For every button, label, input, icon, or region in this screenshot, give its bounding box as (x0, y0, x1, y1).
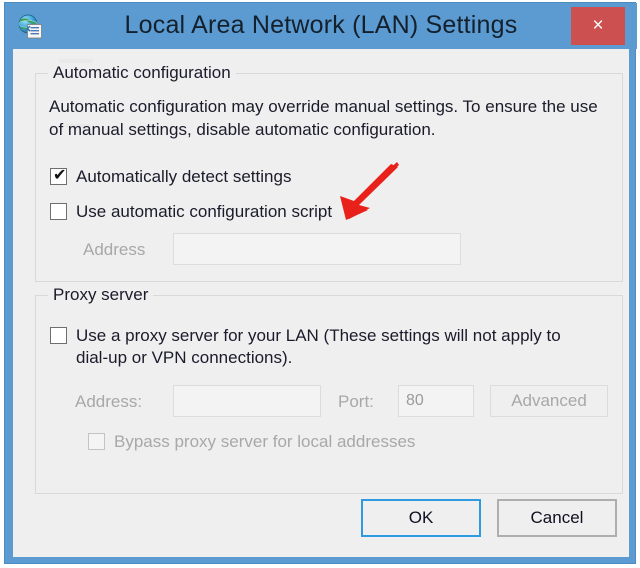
page-title: Local Area Network (LAN) Settings (124, 11, 518, 39)
advanced-button[interactable]: Advanced (490, 385, 608, 417)
title-bar: Local Area Network (LAN) Settings × (5, 3, 637, 49)
proxy-address-input[interactable] (173, 385, 321, 417)
proxy-server-legend: Proxy server (48, 285, 154, 305)
proxy-port-input[interactable] (398, 385, 474, 417)
close-icon: × (592, 15, 604, 36)
checkbox-box (50, 327, 67, 344)
checkbox-box: ✔ (50, 165, 67, 185)
checkmark-icon: ✔ (53, 165, 67, 184)
use-automatic-configuration-script-label: Use automatic configuration script (76, 202, 333, 221)
checkbox-box (88, 433, 105, 450)
automatic-configuration-description: Automatic configuration may override man… (49, 97, 598, 139)
close-button[interactable]: × (571, 7, 625, 45)
cancel-button[interactable]: Cancel (497, 499, 617, 537)
checkbox-box (50, 203, 67, 220)
use-proxy-server-checkbox[interactable]: Use a proxy server for your LAN (These s… (50, 325, 590, 369)
automatically-detect-settings-label: Automatically detect settings (76, 167, 292, 186)
script-address-label: Address (83, 240, 146, 259)
script-address-input[interactable] (173, 233, 461, 265)
ok-button[interactable]: OK (361, 499, 481, 537)
use-automatic-configuration-script-checkbox[interactable]: Use automatic configuration script (50, 201, 332, 223)
proxy-port-label: Port: (338, 392, 374, 411)
lan-settings-dialog: Local Area Network (LAN) Settings × Auto… (4, 2, 637, 564)
proxy-address-label: Address: (75, 392, 143, 411)
automatically-detect-settings-checkbox[interactable]: ✔ Automatically detect settings (50, 166, 291, 188)
bypass-proxy-checkbox[interactable]: Bypass proxy server for local addresses (88, 431, 415, 453)
use-proxy-server-label: Use a proxy server for your LAN (These s… (76, 326, 561, 367)
dialog-client-area: Automatic configuration Automatic config… (13, 49, 629, 557)
bypass-proxy-label: Bypass proxy server for local addresses (114, 432, 416, 451)
automatic-configuration-legend: Automatic configuration (48, 63, 236, 83)
